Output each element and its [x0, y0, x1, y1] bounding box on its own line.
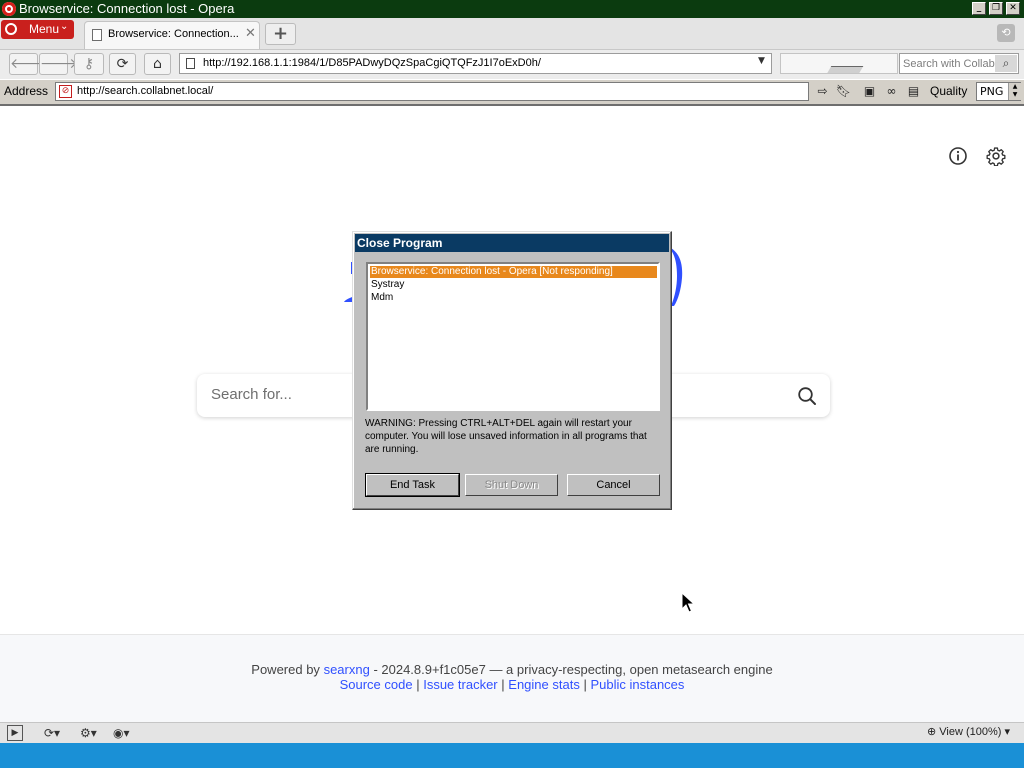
menu-label: Menu	[29, 22, 60, 36]
opera-menu-button[interactable]: Menu ⌄	[1, 20, 74, 39]
process-list[interactable]: Browservice: Connection lost - Opera [No…	[366, 262, 660, 411]
back-button[interactable]: 🡐	[9, 53, 48, 75]
footer-links: Source code | Issue tracker | Engine sta…	[0, 677, 1024, 692]
bookmark-icon[interactable]: 🔖︎	[835, 83, 852, 100]
dialog-titlebar[interactable]: Close Program	[355, 234, 669, 252]
sync-icon[interactable]: ⟳▾	[44, 725, 60, 741]
zoom-control[interactable]: ⊕ View (100%) ▾	[927, 725, 1010, 738]
address-input[interactable]: ⊘ http://search.collabnet.local/	[55, 82, 809, 101]
mouse-cursor-icon	[681, 592, 695, 613]
footer-separator: |	[501, 677, 505, 692]
quality-value: PNG	[980, 85, 1004, 98]
tab-close-icon[interactable]: ✕	[245, 26, 256, 41]
search-field[interactable]: Search with Collab' ⌕	[899, 53, 1019, 74]
zoom-dropdown-icon: ▾	[1004, 726, 1011, 738]
status-bar: ▶ ⟳▾ ⚙▾ ◉▾ ⊕ View (100%) ▾	[0, 722, 1024, 743]
speed-dial-thumbnail[interactable]	[780, 53, 898, 74]
searxng-logo-fragment-right	[671, 248, 683, 306]
powered-suffix: - 2024.8.9+f1c05e7 — a privacy-respectin…	[373, 662, 773, 677]
trash-icon[interactable]: ⟲	[997, 24, 1015, 42]
forward-button[interactable]: 🡒	[39, 53, 78, 75]
page-icon	[92, 29, 102, 41]
page-footer: Powered by searxng - 2024.8.9+f1c05e7 — …	[0, 634, 1024, 723]
reload-icon: ⟳	[116, 56, 129, 72]
new-tab-button[interactable]: +	[265, 23, 296, 45]
taskbar	[0, 743, 1024, 768]
page-icon	[186, 58, 195, 69]
cancel-button[interactable]: Cancel	[567, 474, 660, 496]
process-item-opera[interactable]: Browservice: Connection lost - Opera [No…	[370, 266, 657, 278]
restore-button[interactable]: ❐	[989, 2, 1003, 15]
issue-tracker-link[interactable]: Issue tracker	[423, 677, 497, 692]
address-label: Address	[4, 84, 49, 98]
source-code-link[interactable]: Source code	[340, 677, 413, 692]
chevron-down-icon: ⌄	[60, 21, 69, 32]
process-item-systray[interactable]: Systray	[370, 279, 657, 291]
search-placeholder: Search with Collab'	[903, 58, 997, 70]
dialog-title: Close Program	[357, 236, 443, 250]
address-url: http://search.collabnet.local/	[77, 85, 214, 97]
footer-separator: |	[583, 677, 587, 692]
save-image-icon[interactable]: ▣	[861, 83, 878, 100]
close-window-button[interactable]: ✕	[1006, 2, 1020, 15]
address-bar: Address ⊘ http://search.collabnet.local/…	[0, 80, 1024, 106]
home-button[interactable]: ⌂	[144, 53, 171, 75]
forward-icon: 🡒	[40, 56, 78, 72]
footer-separator: |	[416, 677, 420, 692]
zoom-icon: ⊕	[927, 726, 937, 738]
quality-label: Quality	[930, 84, 968, 98]
search-for-placeholder: Search for...	[211, 386, 292, 403]
close-program-dialog: Close Program Browservice: Connection lo…	[352, 231, 672, 510]
url-dropdown-icon[interactable]: ▼	[758, 56, 765, 66]
tab-browservice[interactable]: Browservice: Connection... ✕	[84, 21, 260, 49]
clipboard-icon[interactable]: ▤	[905, 83, 922, 100]
window-title: Browservice: Connection lost - Opera	[19, 1, 235, 16]
settings-gear-icon[interactable]	[986, 146, 1006, 166]
key-button[interactable]: ⚷	[74, 53, 104, 75]
url-text: http://192.168.1.1:1984/1/D85PADwyDQzSpa…	[203, 57, 541, 69]
key-icon: ⚷	[83, 56, 95, 72]
speed-icon[interactable]: ◉▾	[113, 725, 130, 741]
process-item-mdm[interactable]: Mdm	[370, 292, 657, 304]
info-icon[interactable]	[948, 146, 968, 166]
zoom-label: View (100%)	[939, 726, 1002, 738]
search-icon[interactable]	[797, 386, 817, 406]
navigation-toolbar: 🡐 🡒 ⚷ ⟳ ⌂ http://192.168.1.1:1984/1/D85P…	[0, 50, 1024, 79]
home-icon: ⌂	[153, 56, 162, 72]
reload-button[interactable]: ⟳	[109, 53, 136, 75]
search-icon[interactable]: ⌕	[995, 55, 1017, 72]
opera-logo-icon	[2, 2, 16, 16]
thumbnail-shape	[822, 66, 864, 73]
opera-o-icon	[5, 23, 17, 35]
network-icon[interactable]: ⚙▾	[80, 725, 97, 741]
tab-title: Browservice: Connection...	[108, 28, 239, 40]
window-titlebar: Browservice: Connection lost - Opera _ ❐…	[0, 0, 1024, 18]
engine-stats-link[interactable]: Engine stats	[508, 677, 580, 692]
footer-powered-line: Powered by searxng - 2024.8.9+f1c05e7 — …	[0, 662, 1024, 677]
url-field[interactable]: http://192.168.1.1:1984/1/D85PADwyDQzSpa…	[179, 53, 772, 74]
searxng-link[interactable]: searxng	[324, 662, 370, 677]
powered-prefix: Powered by	[251, 662, 320, 677]
dialog-warning-text: WARNING: Pressing CTRL+ALT+DEL again wil…	[365, 418, 647, 455]
end-task-button[interactable]: End Task	[365, 473, 460, 497]
quality-spinner-icon[interactable]: ▲ ▼	[1008, 83, 1021, 100]
tab-bar: Menu ⌄ Browservice: Connection... ✕ + ⟲	[0, 18, 1024, 50]
quality-select[interactable]: PNG ▲ ▼	[976, 82, 1021, 101]
find-binoculars-icon[interactable]: ∞	[883, 83, 900, 100]
shut-down-button: Shut Down	[465, 474, 558, 496]
public-instances-link[interactable]: Public instances	[590, 677, 684, 692]
go-arrow-icon[interactable]: ⇨	[814, 83, 831, 100]
minimize-button[interactable]: _	[972, 2, 986, 15]
panel-toggle-icon[interactable]: ▶	[7, 725, 23, 741]
blocked-icon: ⊘	[59, 85, 72, 98]
